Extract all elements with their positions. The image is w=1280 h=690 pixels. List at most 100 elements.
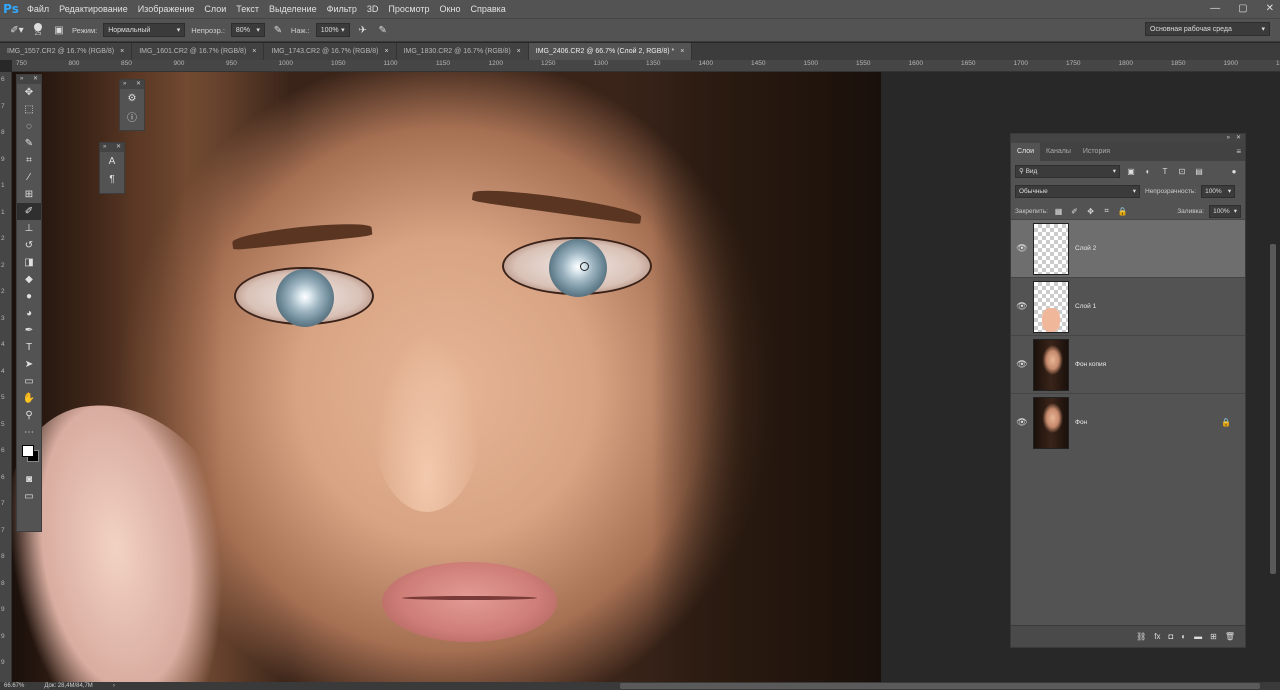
layer-name[interactable]: Слой 1 [1075, 303, 1096, 310]
link-icon[interactable]: ⛓ [1136, 632, 1146, 641]
lock-position-icon[interactable]: ✥ [1085, 207, 1096, 216]
adjust-icon[interactable]: ⚙ [120, 89, 144, 107]
opacity-field[interactable]: 80% ▾ [230, 23, 265, 37]
doc-tab[interactable]: IMG_1743.CR2 @ 16.7% (RGB/8) × [264, 43, 397, 60]
trash-icon[interactable]: 🗑 [1225, 632, 1235, 641]
history-brush-tool-icon[interactable]: ↺ [17, 237, 41, 254]
horizontal-scrollbar[interactable] [620, 683, 1260, 689]
visibility-eye-icon[interactable]: 👁 [1011, 243, 1033, 254]
dodge-tool-icon[interactable]: ◕ [17, 305, 41, 322]
filter-type-icon[interactable]: T [1159, 167, 1171, 176]
brush-preset-icon[interactable]: ✐▾ [10, 23, 24, 37]
zoom-level[interactable]: 66.67% [4, 683, 24, 689]
doc-tab[interactable]: IMG_1557.CR2 @ 16.7% (RGB/8) × [0, 43, 133, 60]
type-tool-icon[interactable]: T [17, 339, 41, 356]
filter-smart-icon[interactable]: ▤ [1193, 167, 1205, 176]
visibility-eye-icon[interactable]: 👁 [1011, 301, 1033, 312]
folder-icon[interactable]: ▬ [1194, 632, 1202, 641]
layer-filter-select[interactable]: ⚲ Вид ▾ [1015, 164, 1120, 178]
hand-tool-icon[interactable]: ✋ [17, 390, 41, 407]
airbrush-icon[interactable]: ✈ [356, 23, 370, 37]
layer-row[interactable]: 👁 Слой 1 [1011, 277, 1245, 335]
new-layer-icon[interactable]: ⊞ [1210, 632, 1217, 641]
lasso-tool-icon[interactable]: ◌ [17, 118, 41, 135]
color-swatches[interactable] [17, 441, 41, 471]
lock-transparent-icon[interactable]: ▦ [1053, 207, 1064, 216]
doc-tab[interactable]: IMG_1601.CR2 @ 16.7% (RGB/8) × [132, 43, 265, 60]
pressure-size-icon[interactable]: ✎ [376, 23, 390, 37]
blend-mode-select[interactable]: Обычные ▾ [1015, 184, 1140, 198]
workspace-select[interactable]: Основная рабочая среда ▾ [1145, 22, 1270, 36]
paragraph-icon[interactable]: ¶ [100, 170, 124, 188]
layer-name[interactable]: Фон [1075, 419, 1087, 426]
lock-pixels-icon[interactable]: ✐ [1069, 207, 1080, 216]
character-icon[interactable]: A [100, 152, 124, 170]
zoom-tool-icon[interactable]: ⚲ [17, 407, 41, 424]
status-arrow[interactable]: › [113, 683, 115, 689]
mini-panel-header[interactable]: » ✕ [100, 143, 124, 152]
menu-item[interactable]: Слои [199, 0, 231, 18]
vertical-scrollbar[interactable] [1270, 244, 1276, 574]
maximize-button[interactable]: ▢ [1238, 0, 1247, 18]
pen-tool-icon[interactable]: ✒ [17, 322, 41, 339]
tools-panel-header[interactable]: » ✕ [17, 75, 41, 84]
close-tab-icon[interactable]: × [517, 48, 521, 55]
screen-mode-icon[interactable]: ▭ [17, 488, 41, 505]
menu-item[interactable]: Справка [465, 0, 510, 18]
ruler-vertical[interactable]: 6 7 8 9 1 1 2 2 2 3 4 4 5 5 6 6 7 7 8 8 9 9 9 [0, 72, 12, 682]
flow-field[interactable]: 100% ▾ [315, 23, 350, 37]
menu-item[interactable]: 3D [362, 0, 384, 18]
mode-select[interactable]: Нормальный ▾ [103, 23, 186, 37]
mask-icon[interactable]: ◘ [1168, 632, 1173, 641]
lock-icon[interactable]: 🔒 [1221, 418, 1231, 427]
info-icon[interactable]: ⓘ [120, 107, 144, 125]
path-select-tool-icon[interactable]: ➤ [17, 356, 41, 373]
close-button[interactable]: ✕ [1266, 0, 1274, 18]
filter-toggle-icon[interactable]: ● [1228, 167, 1240, 176]
layer-row[interactable]: 👁 Слой 2 [1011, 219, 1245, 277]
brush-size-picker[interactable]: 25 [30, 23, 46, 37]
brush-panel-icon[interactable]: ▣ [52, 23, 66, 37]
paint-bucket-tool-icon[interactable]: ◆ [17, 271, 41, 288]
fx-icon[interactable]: fx [1154, 632, 1160, 641]
minimize-button[interactable]: — [1210, 0, 1220, 18]
fill-field[interactable]: 100% ▾ [1209, 204, 1242, 218]
menu-item[interactable]: Текст [231, 0, 264, 18]
menu-item[interactable]: Просмотр [383, 0, 434, 18]
document-canvas[interactable] [12, 72, 881, 682]
doc-tab[interactable]: IMG_1830.CR2 @ 16.7% (RGB/8) × [396, 43, 529, 60]
layers-panel-header[interactable]: » ✕ [1011, 134, 1245, 143]
lock-all-icon[interactable]: 🔒 [1117, 207, 1128, 216]
tab-history[interactable]: История [1077, 143, 1116, 161]
filter-shape-icon[interactable]: ⊡ [1176, 167, 1188, 176]
close-tab-icon[interactable]: × [120, 48, 124, 55]
close-tab-icon[interactable]: × [252, 48, 256, 55]
layer-row[interactable]: 👁 Фон 🔒 [1011, 393, 1245, 451]
layer-row[interactable]: 👁 Фон копия [1011, 335, 1245, 393]
brush-tool-icon[interactable]: ✐ [17, 203, 41, 220]
stamp-tool-icon[interactable]: ⊥ [17, 220, 41, 237]
quick-mask-icon[interactable]: ◙ [17, 471, 41, 488]
visibility-eye-icon[interactable]: 👁 [1011, 359, 1033, 370]
close-tab-icon[interactable]: × [384, 48, 388, 55]
close-tab-icon[interactable]: × [680, 48, 684, 55]
menu-item[interactable]: Файл [22, 0, 54, 18]
ruler-horizontal[interactable]: 750 800 850 900 950 1000 1050 1100 1150 1200 1250 1… [12, 60, 1280, 72]
panel-menu-icon[interactable]: ≡ [1236, 147, 1241, 156]
layer-name[interactable]: Фон копия [1075, 361, 1106, 368]
quick-select-tool-icon[interactable]: ✎ [17, 135, 41, 152]
shape-tool-icon[interactable]: ▭ [17, 373, 41, 390]
menu-item[interactable]: Изображение [133, 0, 200, 18]
mini-panel-header[interactable]: » ✕ [120, 80, 144, 89]
pressure-opacity-icon[interactable]: ✎ [271, 23, 285, 37]
visibility-eye-icon[interactable]: 👁 [1011, 417, 1033, 428]
lock-artboard-icon[interactable]: ⌗ [1101, 206, 1112, 216]
filter-pixel-icon[interactable]: ▣ [1125, 167, 1137, 176]
eraser-tool-icon[interactable]: ◨ [17, 254, 41, 271]
crop-tool-icon[interactable]: ⌗ [17, 152, 41, 169]
tab-channels[interactable]: Каналы [1040, 143, 1077, 161]
layer-name[interactable]: Слой 2 [1075, 245, 1096, 252]
eyedropper-tool-icon[interactable]: ⁄ [17, 169, 41, 186]
frame-tool-icon[interactable]: ⊞ [17, 186, 41, 203]
marquee-tool-icon[interactable]: ⬚ [17, 101, 41, 118]
